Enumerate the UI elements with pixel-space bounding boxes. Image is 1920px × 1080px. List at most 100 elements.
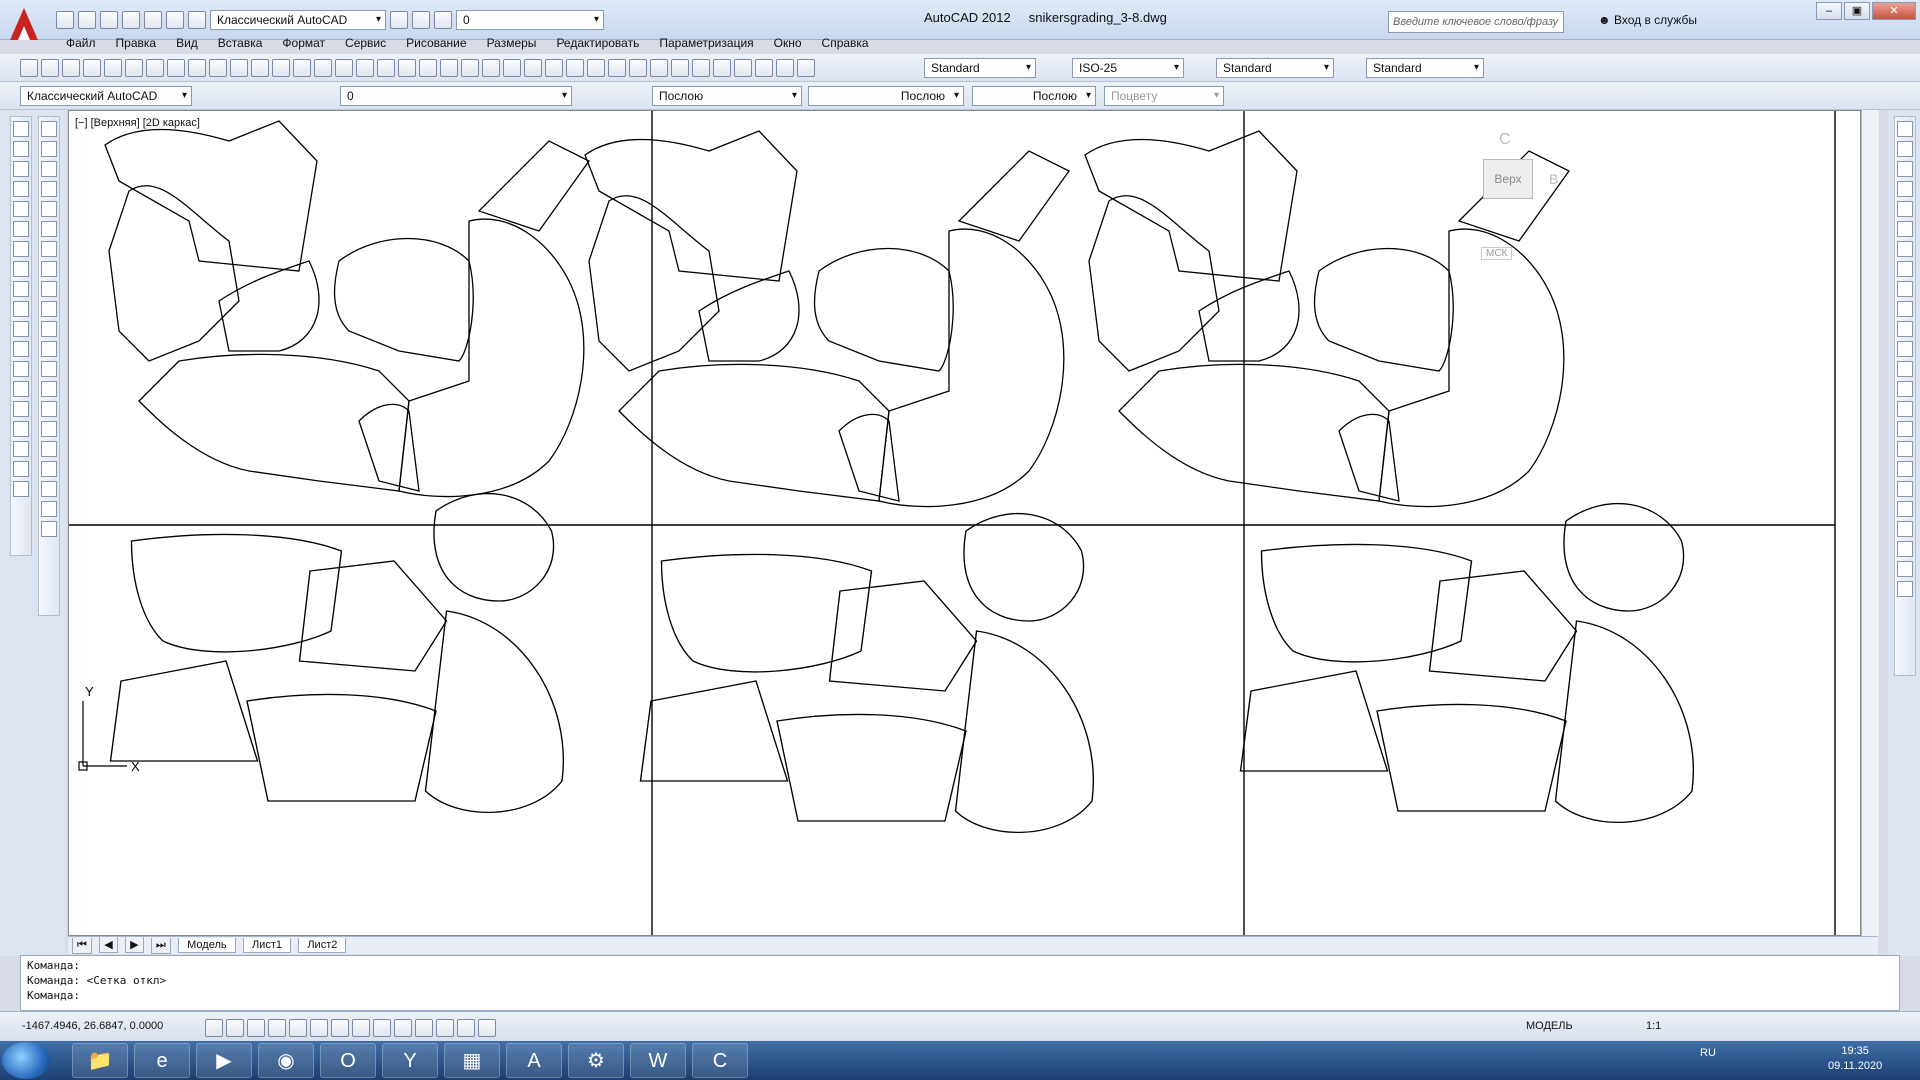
plotstyle-select[interactable]: Поцвету bbox=[1104, 86, 1224, 106]
modify-ii-tool-icon[interactable] bbox=[1897, 481, 1913, 497]
status-toggle-icon[interactable] bbox=[205, 1019, 223, 1037]
modify-tool-icon[interactable] bbox=[41, 161, 57, 177]
toolbar-tool-icon[interactable] bbox=[398, 59, 416, 77]
modify-ii-tool-icon[interactable] bbox=[1897, 281, 1913, 297]
toolbar-tool-icon[interactable] bbox=[314, 59, 332, 77]
status-toggle-icon[interactable] bbox=[331, 1019, 349, 1037]
system-clock[interactable]: 19:35 09.11.2020 bbox=[1828, 1044, 1882, 1074]
menu-item[interactable]: Окно bbox=[764, 34, 812, 54]
modify-ii-tool-icon[interactable] bbox=[1897, 421, 1913, 437]
modify-tool-icon[interactable] bbox=[41, 501, 57, 517]
open-file-icon[interactable] bbox=[78, 11, 96, 29]
status-toggle-icon[interactable] bbox=[226, 1019, 244, 1037]
toolbar-tool-icon[interactable] bbox=[377, 59, 395, 77]
menu-item[interactable]: Сервис bbox=[335, 34, 396, 54]
toolbar-tool-icon[interactable] bbox=[293, 59, 311, 77]
draw-tool-icon[interactable] bbox=[13, 261, 29, 277]
modify-ii-tool-icon[interactable] bbox=[1897, 201, 1913, 217]
modify-tool-icon[interactable] bbox=[41, 121, 57, 137]
menu-item[interactable]: Размеры bbox=[477, 34, 547, 54]
menu-item[interactable]: Вставка bbox=[208, 34, 273, 54]
print-icon[interactable] bbox=[144, 11, 162, 29]
table-style-select[interactable]: Standard bbox=[1216, 58, 1334, 78]
layer-state-icon[interactable] bbox=[412, 11, 430, 29]
toolbar-tool-icon[interactable] bbox=[125, 59, 143, 77]
draw-tool-icon[interactable] bbox=[13, 381, 29, 397]
viewcube-north[interactable]: С bbox=[1499, 131, 1511, 149]
toolbar-tool-icon[interactable] bbox=[335, 59, 353, 77]
modify-tool-icon[interactable] bbox=[41, 401, 57, 417]
toolbar-tool-icon[interactable] bbox=[272, 59, 290, 77]
start-button[interactable] bbox=[2, 1042, 50, 1079]
modify-tool-icon[interactable] bbox=[41, 301, 57, 317]
toolbar-tool-icon[interactable] bbox=[167, 59, 185, 77]
modify-ii-tool-icon[interactable] bbox=[1897, 181, 1913, 197]
modify-ii-tool-icon[interactable] bbox=[1897, 401, 1913, 417]
command-line[interactable]: Команда: Команда: <Сетка откл> Команда: bbox=[20, 955, 1900, 1011]
modify-ii-tool-icon[interactable] bbox=[1897, 341, 1913, 357]
viewcube-top-face[interactable]: Верх bbox=[1483, 159, 1533, 199]
toolbar-tool-icon[interactable] bbox=[482, 59, 500, 77]
toolbar-tool-icon[interactable] bbox=[671, 59, 689, 77]
modify-ii-tool-icon[interactable] bbox=[1897, 501, 1913, 517]
toolbar-tool-icon[interactable] bbox=[461, 59, 479, 77]
toolbar-tool-icon[interactable] bbox=[146, 59, 164, 77]
modify-ii-tool-icon[interactable] bbox=[1897, 521, 1913, 537]
modify-ii-tool-icon[interactable] bbox=[1897, 121, 1913, 137]
toolbar-tool-icon[interactable] bbox=[524, 59, 542, 77]
menu-item[interactable]: Формат bbox=[272, 34, 335, 54]
toolbar-tool-icon[interactable] bbox=[629, 59, 647, 77]
draw-tool-icon[interactable] bbox=[13, 341, 29, 357]
media-player-taskbar-icon[interactable]: ▶ bbox=[196, 1043, 252, 1078]
viewport-label[interactable]: [−] [Верхняя] [2D каркас] bbox=[75, 117, 200, 129]
modify-tool-icon[interactable] bbox=[41, 141, 57, 157]
toolbar-tool-icon[interactable] bbox=[20, 59, 38, 77]
toolbar-tool-icon[interactable] bbox=[755, 59, 773, 77]
toolbar-tool-icon[interactable] bbox=[503, 59, 521, 77]
modify-tool-icon[interactable] bbox=[41, 381, 57, 397]
toolbar-tool-icon[interactable] bbox=[587, 59, 605, 77]
draw-tool-icon[interactable] bbox=[13, 161, 29, 177]
minimize-button[interactable]: – bbox=[1816, 2, 1842, 20]
text-style-select[interactable]: Standard bbox=[924, 58, 1036, 78]
coordinates-readout[interactable]: -1467.4946, 26.6847, 0.0000 bbox=[22, 1020, 163, 1032]
color-select[interactable]: Послою bbox=[652, 86, 802, 106]
ie-taskbar-icon[interactable]: e bbox=[134, 1043, 190, 1078]
status-toggle-icon[interactable] bbox=[247, 1019, 265, 1037]
workspace-select[interactable]: Классический AutoCAD bbox=[210, 10, 386, 30]
status-toggle-icon[interactable] bbox=[436, 1019, 454, 1037]
qat-layer-select[interactable]: 0 bbox=[456, 10, 604, 30]
signin-button[interactable]: ☻ Вход в службы bbox=[1598, 13, 1697, 27]
modify-ii-tool-icon[interactable] bbox=[1897, 561, 1913, 577]
undo-icon[interactable] bbox=[166, 11, 184, 29]
viewcube[interactable]: С Верх В МСК bbox=[1459, 131, 1569, 261]
maximize-button[interactable]: ▣ bbox=[1844, 2, 1870, 20]
modify-tool-icon[interactable] bbox=[41, 261, 57, 277]
modify-tool-icon[interactable] bbox=[41, 521, 57, 537]
menu-item[interactable]: Вид bbox=[166, 34, 208, 54]
draw-tool-icon[interactable] bbox=[13, 181, 29, 197]
save-icon[interactable] bbox=[100, 11, 118, 29]
annotation-scale[interactable]: 1:1 bbox=[1646, 1020, 1661, 1032]
status-toggle-icon[interactable] bbox=[457, 1019, 475, 1037]
menu-item[interactable]: Справка bbox=[812, 34, 879, 54]
viewcube-east[interactable]: В bbox=[1549, 171, 1558, 187]
modify-ii-tool-icon[interactable] bbox=[1897, 441, 1913, 457]
modify-tool-icon[interactable] bbox=[41, 201, 57, 217]
status-toggle-icon[interactable] bbox=[394, 1019, 412, 1037]
modify-tool-icon[interactable] bbox=[41, 241, 57, 257]
menu-item[interactable]: Файл bbox=[56, 34, 106, 54]
redo-icon[interactable] bbox=[188, 11, 206, 29]
tab-first-button[interactable]: ⏮ bbox=[72, 938, 92, 954]
workspace-toolbar-select[interactable]: Классический AutoCAD bbox=[20, 86, 192, 106]
bulb-icon[interactable] bbox=[434, 11, 452, 29]
menu-item[interactable]: Редактировать bbox=[546, 34, 649, 54]
draw-tool-icon[interactable] bbox=[13, 461, 29, 477]
modify-ii-tool-icon[interactable] bbox=[1897, 361, 1913, 377]
yandex-taskbar-icon[interactable]: Y bbox=[382, 1043, 438, 1078]
toolbar-tool-icon[interactable] bbox=[251, 59, 269, 77]
status-toggle-icon[interactable] bbox=[289, 1019, 307, 1037]
modify-ii-tool-icon[interactable] bbox=[1897, 241, 1913, 257]
word-taskbar-icon[interactable]: W bbox=[630, 1043, 686, 1078]
toolbar-tool-icon[interactable] bbox=[440, 59, 458, 77]
